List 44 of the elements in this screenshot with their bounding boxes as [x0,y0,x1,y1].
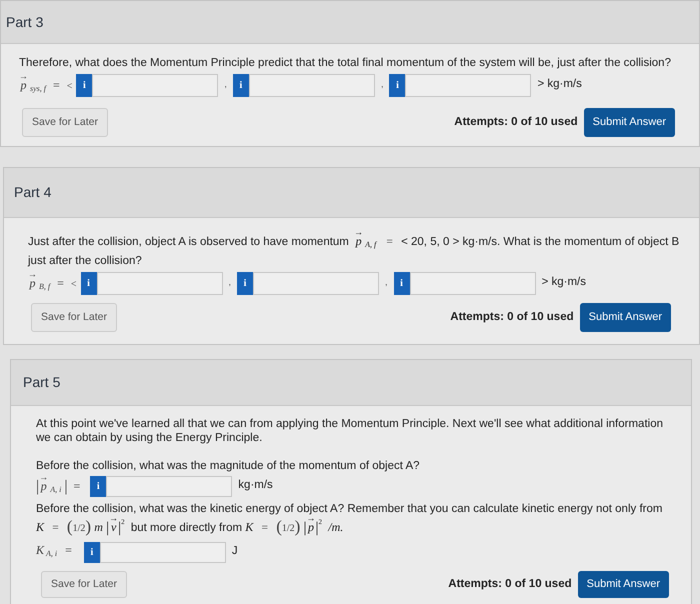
submit-answer-button[interactable]: Submit Answer [584,108,675,137]
submit-answer-button[interactable]: Submit Answer [580,303,671,332]
separator-text: , [380,78,384,92]
answer-field[interactable] [100,542,226,562]
save-for-later-button[interactable]: Save for Later [31,303,117,332]
question-text: Therefore, what does the Momentum Principle predict that the total final momentum of the system will be, just after the collision? [19,56,672,71]
info-button[interactable]: i [84,542,100,562]
variable-label: → p $_{sys, f}$ = < [19,74,72,95]
part-title: Part 4 [14,183,52,202]
info-button[interactable]: i [90,476,106,496]
answer-field[interactable] [96,272,223,294]
info-button[interactable]: i [232,74,249,96]
unit-label: J [232,544,238,560]
info-button[interactable]: i [389,74,406,96]
attempts-text: Attempts: 0 of 10 used [450,310,574,325]
separator-text: , [228,276,232,290]
answer-field[interactable] [248,74,375,96]
attempts-text: Attempts: 0 of 10 used [454,114,578,130]
save-for-later-button[interactable]: Save for Later [41,571,127,598]
part-title: Part 3 [6,12,44,32]
info-button[interactable]: i [394,272,410,294]
answer-field[interactable] [405,74,532,96]
submit-answer-button[interactable]: Submit Answer [578,571,669,598]
separator-text: , [224,78,227,92]
question-text: Just after the collision, object A is observed to have momentum → p $_{A, f}$ = < 20, 5, 0 > kg·m/s. What is the momentum of object B just after the collision? [28,230,680,269]
unit-label: > kg·m/s [542,275,586,290]
info-button[interactable]: i [80,272,97,294]
unit-label: > kg·m/s [537,77,582,92]
answer-field[interactable] [92,74,218,96]
answer-field[interactable] [410,272,536,294]
answer-field[interactable] [106,476,232,496]
answer-field[interactable] [253,272,380,294]
variable-label: K $_{A, i}$ = [36,543,73,560]
info-button[interactable]: i [237,272,254,294]
question-text: Before the collision, what was the magnitude of the momentum of object A? [36,459,421,473]
separator-text: , [385,276,388,290]
question-text: Before the collision, what was the kinetic energy of object A? Remember that you can calculate kinetic energy not only from [36,502,664,516]
unit-label: kg·m/s [238,478,273,494]
question-text: At this point we've learned all that we can from applying the Momentum Principle. Next we'll see what additional information we can obtain by using the Energy Principle. [36,417,664,445]
info-button[interactable]: i [76,74,92,96]
save-for-later-button[interactable]: Save for Later [22,108,108,137]
attempts-text: Attempts: 0 of 10 used [448,576,572,592]
part-title: Part 5 [23,373,60,392]
variable-label: → p $_{B, f}$ = < [28,272,77,293]
